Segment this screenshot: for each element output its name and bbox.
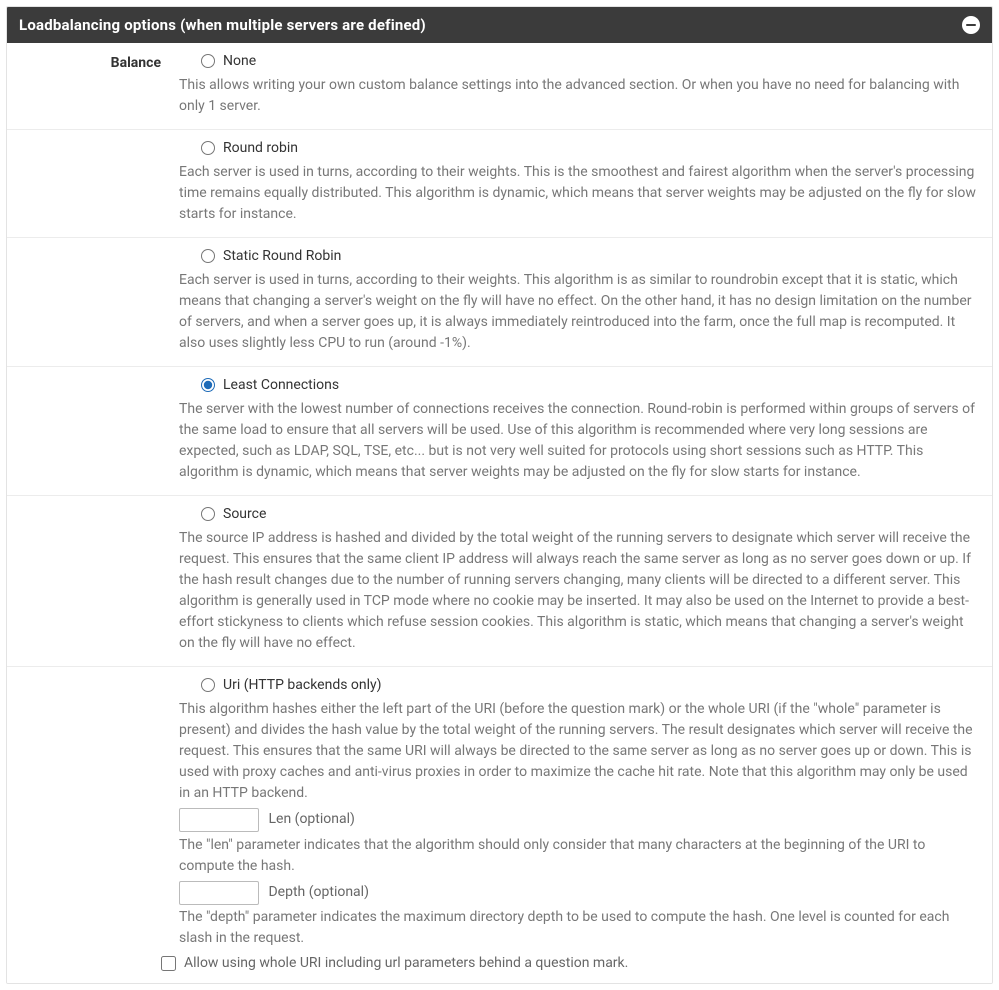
balance-option-uri-desc: This algorithm hashes either the left pa… <box>179 699 980 804</box>
balance-option-uri-section: Uri (HTTP backends only) This algorithm … <box>7 667 992 983</box>
balance-radio-roundrobin[interactable] <box>201 141 215 155</box>
balance-radio-uri[interactable] <box>201 678 215 692</box>
uri-depth-input[interactable] <box>179 881 259 905</box>
balance-option-none-desc: This allows writing your own custom bala… <box>179 75 980 117</box>
collapse-icon[interactable] <box>962 16 980 34</box>
panel-title: Loadbalancing options (when multiple ser… <box>19 16 426 34</box>
balance-option-none-label: None <box>223 53 256 69</box>
panel-header[interactable]: Loadbalancing options (when multiple ser… <box>7 7 992 43</box>
balance-option-source-label: Source <box>223 506 266 522</box>
balance-option-source-desc: The source IP address is hashed and divi… <box>179 528 980 654</box>
balance-option-source-section: Source The source IP address is hashed a… <box>7 496 992 667</box>
balance-label: Balance <box>19 53 179 117</box>
balance-radio-none[interactable] <box>201 54 215 68</box>
balance-option-leastconn-section: Least Connections The server with the lo… <box>7 367 992 496</box>
balance-option-static-rr-section: Static Round Robin Each server is used i… <box>7 238 992 367</box>
uri-len-input[interactable] <box>179 808 259 832</box>
uri-depth-help: The "depth" parameter indicates the maxi… <box>179 907 980 949</box>
balance-option-none-section: Balance None This allows writing your ow… <box>7 43 992 130</box>
loadbalancing-panel: Loadbalancing options (when multiple ser… <box>6 6 993 984</box>
uri-depth-label: Depth (optional) <box>268 884 368 900</box>
balance-option-leastconn-label: Least Connections <box>223 377 339 393</box>
balance-option-roundrobin-section: Round robin Each server is used in turns… <box>7 130 992 238</box>
balance-option-leastconn-desc: The server with the lowest number of con… <box>179 399 980 483</box>
uri-whole-label: Allow using whole URI including url para… <box>184 955 628 971</box>
balance-option-static-rr-label: Static Round Robin <box>223 248 341 264</box>
panel-body: Balance None This allows writing your ow… <box>7 43 992 983</box>
balance-radio-leastconn[interactable] <box>201 378 215 392</box>
balance-option-roundrobin-label: Round robin <box>223 140 298 156</box>
balance-option-uri-label: Uri (HTTP backends only) <box>223 677 382 693</box>
uri-len-label: Len (optional) <box>268 811 354 827</box>
uri-len-help: The "len" parameter indicates that the a… <box>179 835 980 877</box>
balance-option-roundrobin-desc: Each server is used in turns, according … <box>179 162 980 225</box>
balance-radio-source[interactable] <box>201 507 215 521</box>
balance-radio-static-rr[interactable] <box>201 249 215 263</box>
uri-whole-checkbox[interactable] <box>161 956 176 971</box>
balance-option-static-rr-desc: Each server is used in turns, according … <box>179 270 980 354</box>
